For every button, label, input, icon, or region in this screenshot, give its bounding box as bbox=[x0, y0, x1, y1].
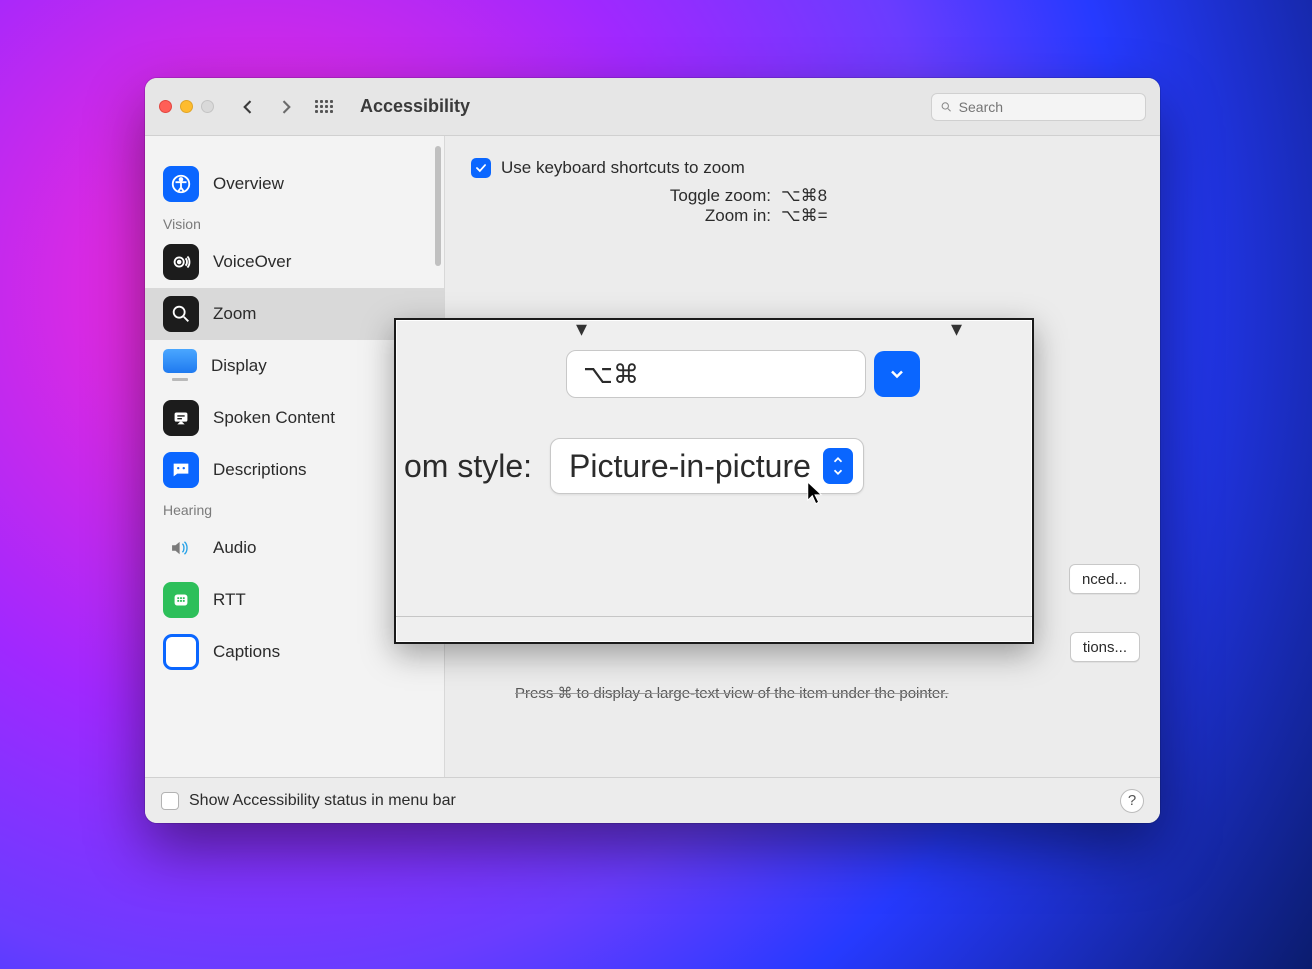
all-prefs-button[interactable] bbox=[310, 93, 338, 121]
menu-bar-status-label: Show Accessibility status in menu bar bbox=[189, 792, 456, 810]
sidebar-item-label: Captions bbox=[213, 642, 280, 662]
zoom-in-value: ⌥⌘= bbox=[781, 206, 828, 226]
sidebar-item-overview[interactable]: Overview bbox=[145, 158, 444, 210]
toggle-zoom-value: ⌥⌘8 bbox=[781, 186, 827, 206]
rtt-icon bbox=[163, 582, 199, 618]
sidebar-item-label: VoiceOver bbox=[213, 252, 291, 272]
hover-text-hint: Press ⌘ to display a large-text view of … bbox=[515, 684, 949, 702]
back-button[interactable] bbox=[234, 93, 262, 121]
search-icon bbox=[940, 100, 953, 114]
toggle-zoom-label: Toggle zoom: bbox=[471, 186, 771, 206]
sidebar-scrollbar[interactable] bbox=[435, 146, 441, 266]
sidebar-item-label: Spoken Content bbox=[213, 408, 335, 428]
search-field[interactable] bbox=[931, 93, 1146, 121]
footer: Show Accessibility status in menu bar ? bbox=[145, 777, 1160, 823]
forward-button[interactable] bbox=[272, 93, 300, 121]
modifier-key-field[interactable]: ⌥⌘ bbox=[566, 350, 866, 398]
zoom-icon bbox=[163, 296, 199, 332]
titlebar: Accessibility bbox=[145, 78, 1160, 136]
sidebar-item-label: RTT bbox=[213, 590, 246, 610]
modifier-row: ⌥⌘ bbox=[566, 350, 920, 398]
menu-bar-status-checkbox[interactable] bbox=[161, 792, 179, 810]
search-input[interactable] bbox=[959, 99, 1137, 115]
audio-icon bbox=[163, 530, 199, 566]
window-controls bbox=[159, 100, 214, 113]
descriptions-icon bbox=[163, 452, 199, 488]
sidebar-item-label: Descriptions bbox=[213, 460, 307, 480]
sidebar-item-label: Overview bbox=[213, 174, 284, 194]
sidebar-item-label: Audio bbox=[213, 538, 256, 558]
captions-icon bbox=[163, 634, 199, 670]
fullscreen-window-button[interactable] bbox=[201, 100, 214, 113]
sidebar-item-voiceover[interactable]: VoiceOver bbox=[145, 236, 444, 288]
chevron-down-icon: ▾ bbox=[951, 318, 962, 342]
use-keyboard-shortcuts-label: Use keyboard shortcuts to zoom bbox=[501, 158, 745, 178]
chevron-down-icon: ▾ bbox=[576, 318, 587, 342]
zoom-in-label: Zoom in: bbox=[471, 206, 771, 226]
sidebar-item-label: Zoom bbox=[213, 304, 256, 324]
display-icon bbox=[163, 352, 197, 381]
zoom-style-label: om style: bbox=[404, 448, 532, 485]
options-button[interactable]: tions... bbox=[1070, 632, 1140, 662]
window-title: Accessibility bbox=[360, 96, 470, 117]
minimize-window-button[interactable] bbox=[180, 100, 193, 113]
spoken-content-icon bbox=[163, 400, 199, 436]
use-keyboard-shortcuts-checkbox[interactable] bbox=[471, 158, 491, 178]
use-keyboard-shortcuts-row: Use keyboard shortcuts to zoom bbox=[471, 158, 1134, 178]
sidebar-item-label: Display bbox=[211, 356, 267, 376]
accessibility-icon bbox=[163, 166, 199, 202]
zoom-style-row: om style: Picture-in-picture bbox=[404, 438, 864, 494]
pip-separator bbox=[396, 616, 1032, 617]
pip-zoom-window[interactable]: ▾ ▾ ⌥⌘ om style: Picture-in-picture bbox=[394, 318, 1034, 644]
close-window-button[interactable] bbox=[159, 100, 172, 113]
shortcut-list: Toggle zoom: ⌥⌘8 Zoom in: ⌥⌘= bbox=[471, 186, 1134, 226]
sidebar-section-vision: Vision bbox=[145, 210, 444, 236]
popup-stepper-icon bbox=[823, 448, 853, 484]
help-button[interactable]: ? bbox=[1120, 789, 1144, 813]
voiceover-icon bbox=[163, 244, 199, 280]
modifier-key-dropdown[interactable] bbox=[874, 351, 920, 397]
grid-icon bbox=[315, 100, 333, 113]
zoom-style-value: Picture-in-picture bbox=[569, 448, 811, 485]
advanced-button[interactable]: nced... bbox=[1069, 564, 1140, 594]
cursor-icon bbox=[806, 480, 824, 506]
